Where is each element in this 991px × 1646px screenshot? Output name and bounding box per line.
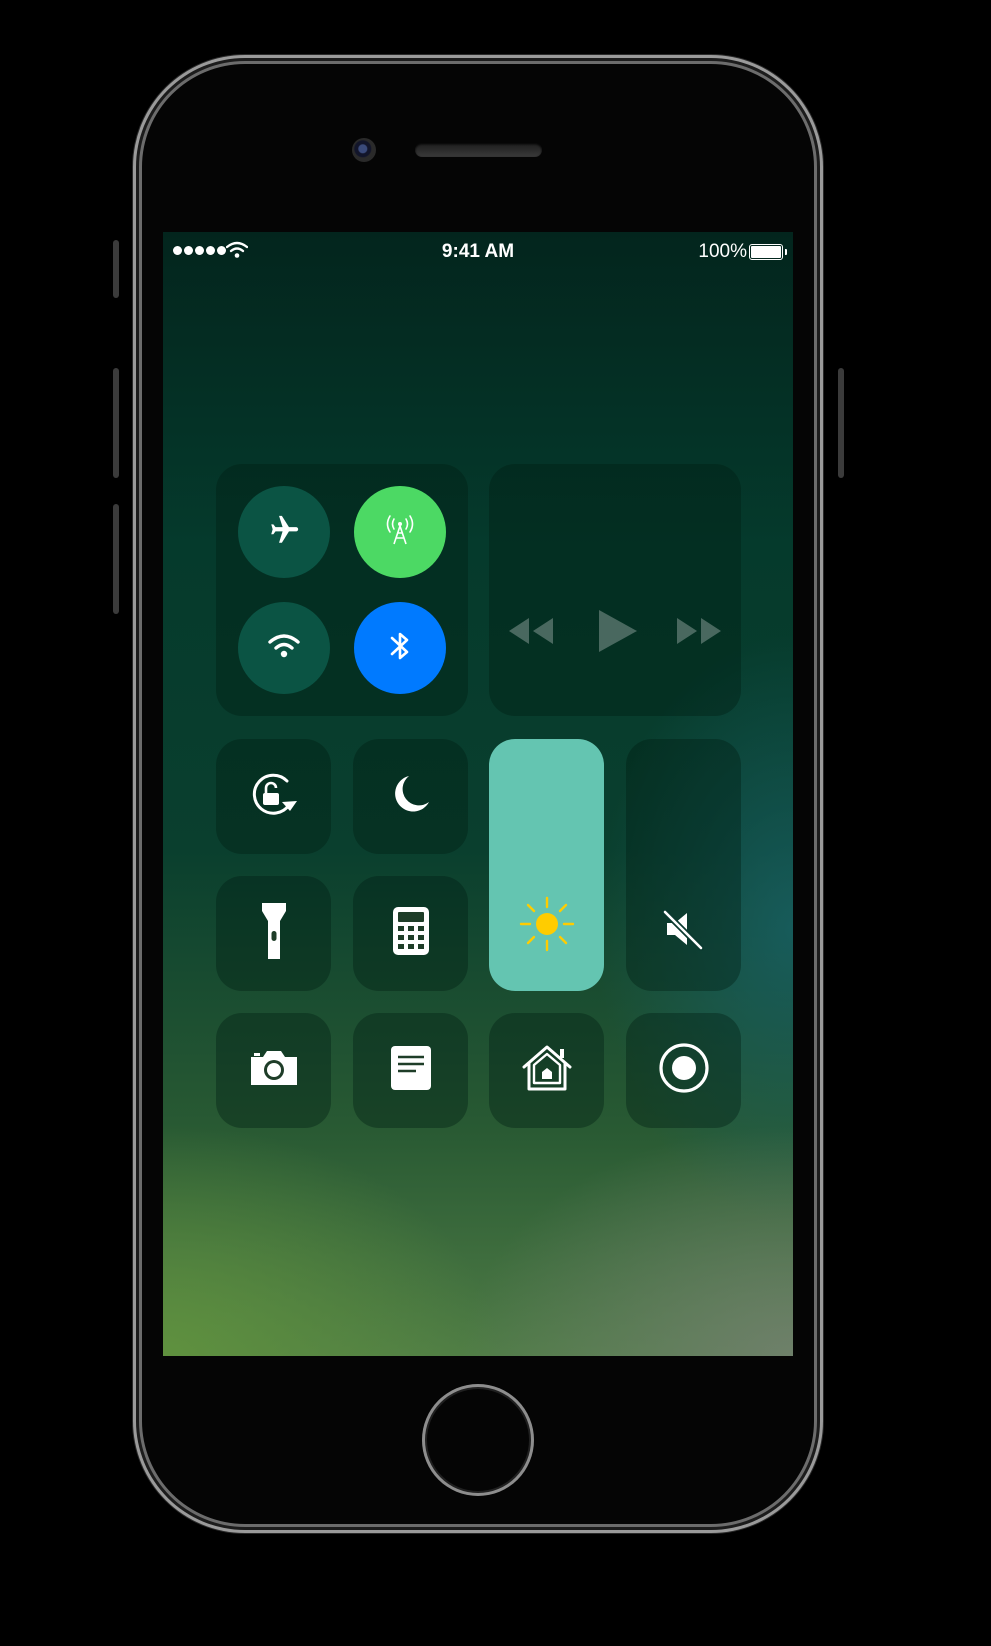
status-bar: 9:41 AM 100% [163, 232, 793, 272]
rotation-lock-icon [247, 769, 301, 824]
home-app-button[interactable] [489, 1013, 604, 1128]
camera-button[interactable] [216, 1013, 331, 1128]
fast-forward-button[interactable] [675, 616, 723, 651]
calculator-icon [392, 906, 430, 961]
earpiece-speaker [415, 143, 542, 157]
notes-icon [390, 1045, 432, 1096]
now-playing-module [489, 464, 741, 716]
volume-up-button[interactable] [113, 368, 119, 478]
orientation-lock-toggle[interactable] [216, 739, 331, 854]
battery-icon [749, 244, 787, 260]
rewind-button[interactable] [507, 616, 555, 651]
volume-icon-wrap [626, 906, 741, 957]
brightness-slider[interactable] [489, 739, 604, 991]
home-icon [520, 1043, 574, 1098]
rewind-icon [507, 618, 555, 650]
bluetooth-toggle[interactable] [354, 602, 446, 694]
side-power-button[interactable] [838, 368, 844, 478]
camera-icon [248, 1048, 300, 1093]
bluetooth-icon [387, 628, 413, 669]
control-center-screen: 9:41 AM 100% [163, 232, 793, 1356]
flashlight-icon [259, 901, 289, 966]
brightness-icon-wrap [489, 896, 604, 957]
speaker-muted-icon [661, 906, 707, 957]
flashlight-button[interactable] [216, 876, 331, 991]
wifi-icon [267, 632, 301, 665]
volume-slider[interactable] [626, 739, 741, 991]
mute-switch[interactable] [113, 240, 119, 298]
battery-percent: 100% [698, 241, 747, 262]
home-button[interactable] [422, 1384, 534, 1496]
calculator-button[interactable] [353, 876, 468, 991]
screen-recording-button[interactable] [626, 1013, 741, 1128]
airplane-icon [267, 513, 301, 552]
record-icon [658, 1042, 710, 1099]
fast-forward-icon [675, 618, 723, 650]
do-not-disturb-toggle[interactable] [353, 739, 468, 854]
cellular-antenna-icon [380, 510, 420, 555]
front-camera [352, 138, 376, 162]
connectivity-module [216, 464, 468, 716]
device-stage: 9:41 AM 100% [0, 0, 991, 1646]
notes-button[interactable] [353, 1013, 468, 1128]
airplane-mode-toggle[interactable] [238, 486, 330, 578]
sun-icon [519, 896, 575, 957]
cellular-data-toggle[interactable] [354, 486, 446, 578]
wifi-toggle[interactable] [238, 602, 330, 694]
moon-icon [389, 772, 433, 821]
play-icon [597, 610, 639, 658]
play-button[interactable] [597, 608, 639, 659]
volume-down-button[interactable] [113, 504, 119, 614]
